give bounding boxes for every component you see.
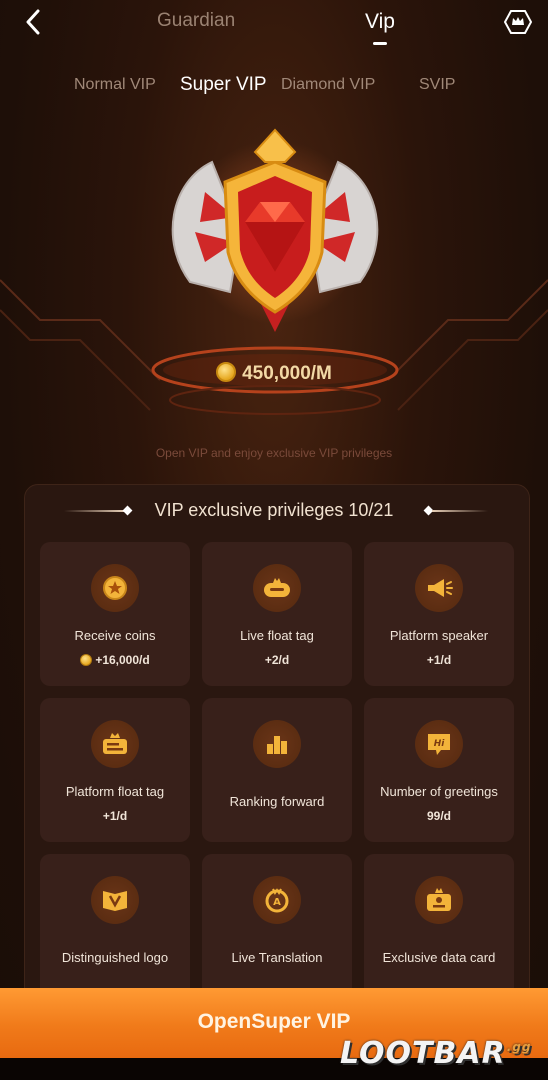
data-card-icon — [415, 876, 463, 924]
privilege-name: Platform speaker — [389, 628, 489, 643]
privilege-value: +2/d — [264, 653, 290, 667]
price-value: 450,000/M — [242, 363, 332, 384]
privilege-name: Ranking forward — [229, 794, 325, 809]
privilege-card-ranking-forward[interactable]: Ranking forward — [202, 698, 352, 842]
open-super-vip-label: OpenSuper VIP — [197, 1010, 351, 1033]
tab-diamond-vip[interactable]: Diamond VIP — [281, 76, 375, 94]
translate-icon: A — [253, 876, 301, 924]
privilege-name: Exclusive data card — [382, 950, 496, 965]
hi-bubble-icon: Hi — [415, 720, 463, 768]
top-nav: Guardian Vip — [0, 0, 548, 52]
vip-level-tabs: Normal VIP Super VIP Diamond VIP SVIP — [0, 74, 548, 98]
tab-guardian[interactable]: Guardian — [157, 10, 235, 32]
crown-banner-icon — [91, 720, 139, 768]
v-frame-icon — [91, 876, 139, 924]
privilege-value: +1/d — [426, 653, 452, 667]
podium-icon — [253, 720, 301, 768]
tab-normal-vip[interactable]: Normal VIP — [74, 76, 156, 94]
privilege-card-platform-speaker[interactable]: Platform speaker +1/d — [364, 542, 514, 686]
privilege-name: Live Translation — [231, 950, 323, 965]
lootbar-watermark: LOOTBAR.gg — [340, 1036, 532, 1071]
crown-button[interactable] — [502, 8, 534, 36]
back-button[interactable] — [18, 6, 48, 38]
privilege-value: +1/d — [102, 809, 128, 823]
privilege-name: Platform float tag — [65, 784, 165, 799]
privilege-name: Live float tag — [240, 628, 314, 643]
megaphone-icon — [415, 564, 463, 612]
title-divider-right — [432, 510, 488, 512]
vip-tagline: Open VIP and enjoy exclusive VIP privile… — [155, 446, 393, 460]
privilege-card-exclusive-data-card[interactable]: Exclusive data card — [364, 854, 514, 998]
tab-svip[interactable]: SVIP — [419, 76, 455, 94]
privilege-card-receive-coins[interactable]: Receive coins +16,000/d — [40, 542, 190, 686]
super-vip-badge — [150, 122, 400, 352]
tab-super-vip[interactable]: Super VIP — [180, 74, 267, 96]
privilege-name: Distinguished logo — [61, 950, 169, 965]
svg-text:Hi: Hi — [434, 739, 446, 749]
float-tag-icon — [253, 564, 301, 612]
privilege-value: 99/d — [426, 809, 451, 823]
privilege-card-live-float-tag[interactable]: Live float tag +2/d — [202, 542, 352, 686]
coin-icon — [216, 362, 237, 382]
privilege-card-distinguished-logo[interactable]: Distinguished logo — [40, 854, 190, 998]
privilege-value: +16,000/d — [40, 653, 190, 667]
tab-vip[interactable]: Vip — [365, 10, 395, 34]
privilege-name: Number of greetings — [380, 784, 498, 799]
coin-icon — [80, 654, 93, 666]
privilege-card-number-of-greetings[interactable]: Hi Number of greetings 99/d — [364, 698, 514, 842]
active-tab-indicator — [373, 42, 387, 45]
crown-hexagon-icon — [504, 10, 532, 34]
ruby-shield-badge-icon — [171, 128, 379, 332]
price-label: 450,000/M — [0, 362, 548, 385]
privilege-name: Receive coins — [74, 628, 156, 643]
coin-star-icon — [91, 564, 139, 612]
privilege-card-platform-float-tag[interactable]: Platform float tag +1/d — [40, 698, 190, 842]
chevron-left-icon — [26, 9, 40, 35]
svg-text:A: A — [273, 897, 281, 908]
privilege-card-live-translation[interactable]: A Live Translation — [202, 854, 352, 998]
